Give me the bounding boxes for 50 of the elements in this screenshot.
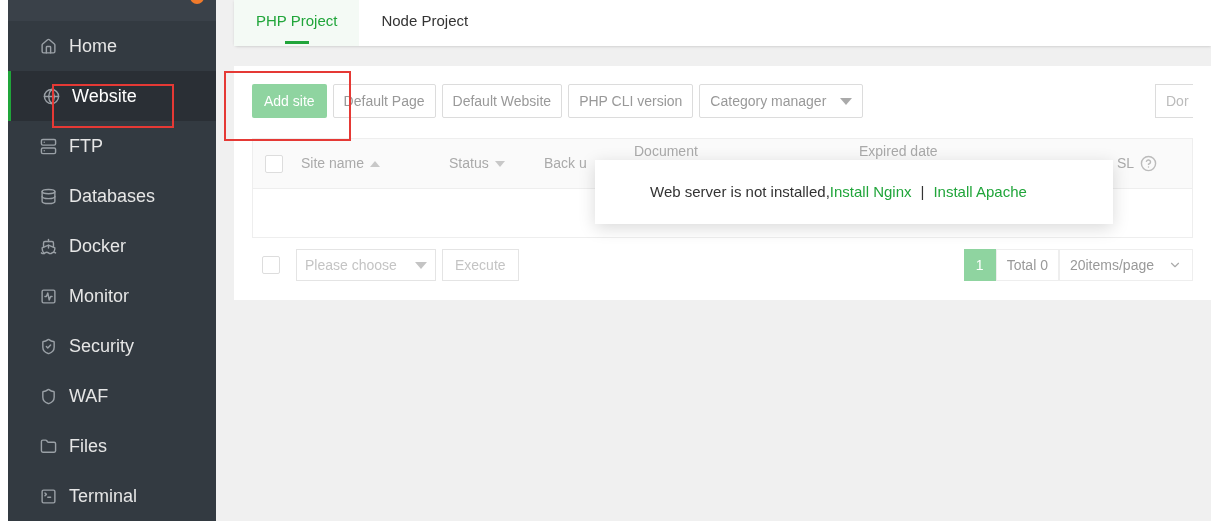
search-field[interactable]: Dor xyxy=(1155,84,1193,118)
sidebar-item[interactable]: Monitor xyxy=(8,271,216,321)
total-count: Total 0 xyxy=(995,249,1059,281)
sidebar-item[interactable]: Security xyxy=(8,321,216,371)
sidebar-item[interactable]: Databases xyxy=(8,171,216,221)
toolbar-button[interactable]: PHP CLI version xyxy=(568,84,694,118)
folder-icon xyxy=(40,437,57,455)
execute-button[interactable]: Execute xyxy=(442,249,519,281)
install-link[interactable]: Install Apache xyxy=(933,180,1027,204)
toolbar-button[interactable]: Default Website xyxy=(441,84,563,118)
page-size-select[interactable]: 20items/page xyxy=(1058,249,1193,281)
sidebar-item[interactable]: Terminal xyxy=(8,471,216,521)
server-icon xyxy=(40,137,57,155)
terminal-icon xyxy=(40,487,57,505)
category-dropdown[interactable]: Category manager xyxy=(699,84,864,118)
batch-select[interactable]: Please choose xyxy=(296,249,436,281)
notice-message: Web server is not installed, xyxy=(650,181,830,202)
sidebar-item[interactable]: Files xyxy=(8,421,216,471)
sidebar-item[interactable]: Home xyxy=(8,21,216,71)
tab-underline xyxy=(284,41,309,44)
sidebar-item[interactable]: FTP xyxy=(8,121,216,171)
column-header[interactable]: Back u xyxy=(544,153,587,174)
caret-icon xyxy=(415,261,427,269)
column-header[interactable]: Status xyxy=(449,153,489,174)
sort-up-icon xyxy=(370,160,381,167)
select-all-checkbox[interactable] xyxy=(265,154,283,173)
column-header[interactable]: Site name xyxy=(301,153,365,174)
add-site-button[interactable]: Add site xyxy=(252,84,327,118)
select-all-checkbox[interactable] xyxy=(262,256,280,274)
help-icon[interactable] xyxy=(1140,155,1158,172)
ship-icon xyxy=(40,237,57,255)
install-link[interactable]: Install Nginx xyxy=(829,180,912,204)
column-header[interactable]: Document xyxy=(634,141,698,162)
globe-icon xyxy=(43,87,60,105)
caret-icon xyxy=(840,97,853,105)
sidebar-item[interactable]: WAF xyxy=(8,371,216,421)
home-icon xyxy=(40,37,57,55)
chart-icon xyxy=(40,287,57,305)
sidebar-item[interactable]: Website xyxy=(8,71,216,121)
project-tab[interactable]: PHP Project xyxy=(234,0,360,46)
project-tab[interactable]: Node Project xyxy=(359,0,491,46)
link-separator: | xyxy=(920,181,925,202)
shield-check-icon xyxy=(40,337,57,355)
sort-down-icon xyxy=(494,160,505,167)
column-header[interactable]: SL xyxy=(1117,153,1135,174)
database-icon xyxy=(40,187,57,205)
shield-icon xyxy=(40,387,57,405)
sidebar-item[interactable]: Docker xyxy=(8,221,216,271)
page-number[interactable]: 1 xyxy=(963,249,996,281)
column-header[interactable]: Expired date xyxy=(859,141,938,162)
